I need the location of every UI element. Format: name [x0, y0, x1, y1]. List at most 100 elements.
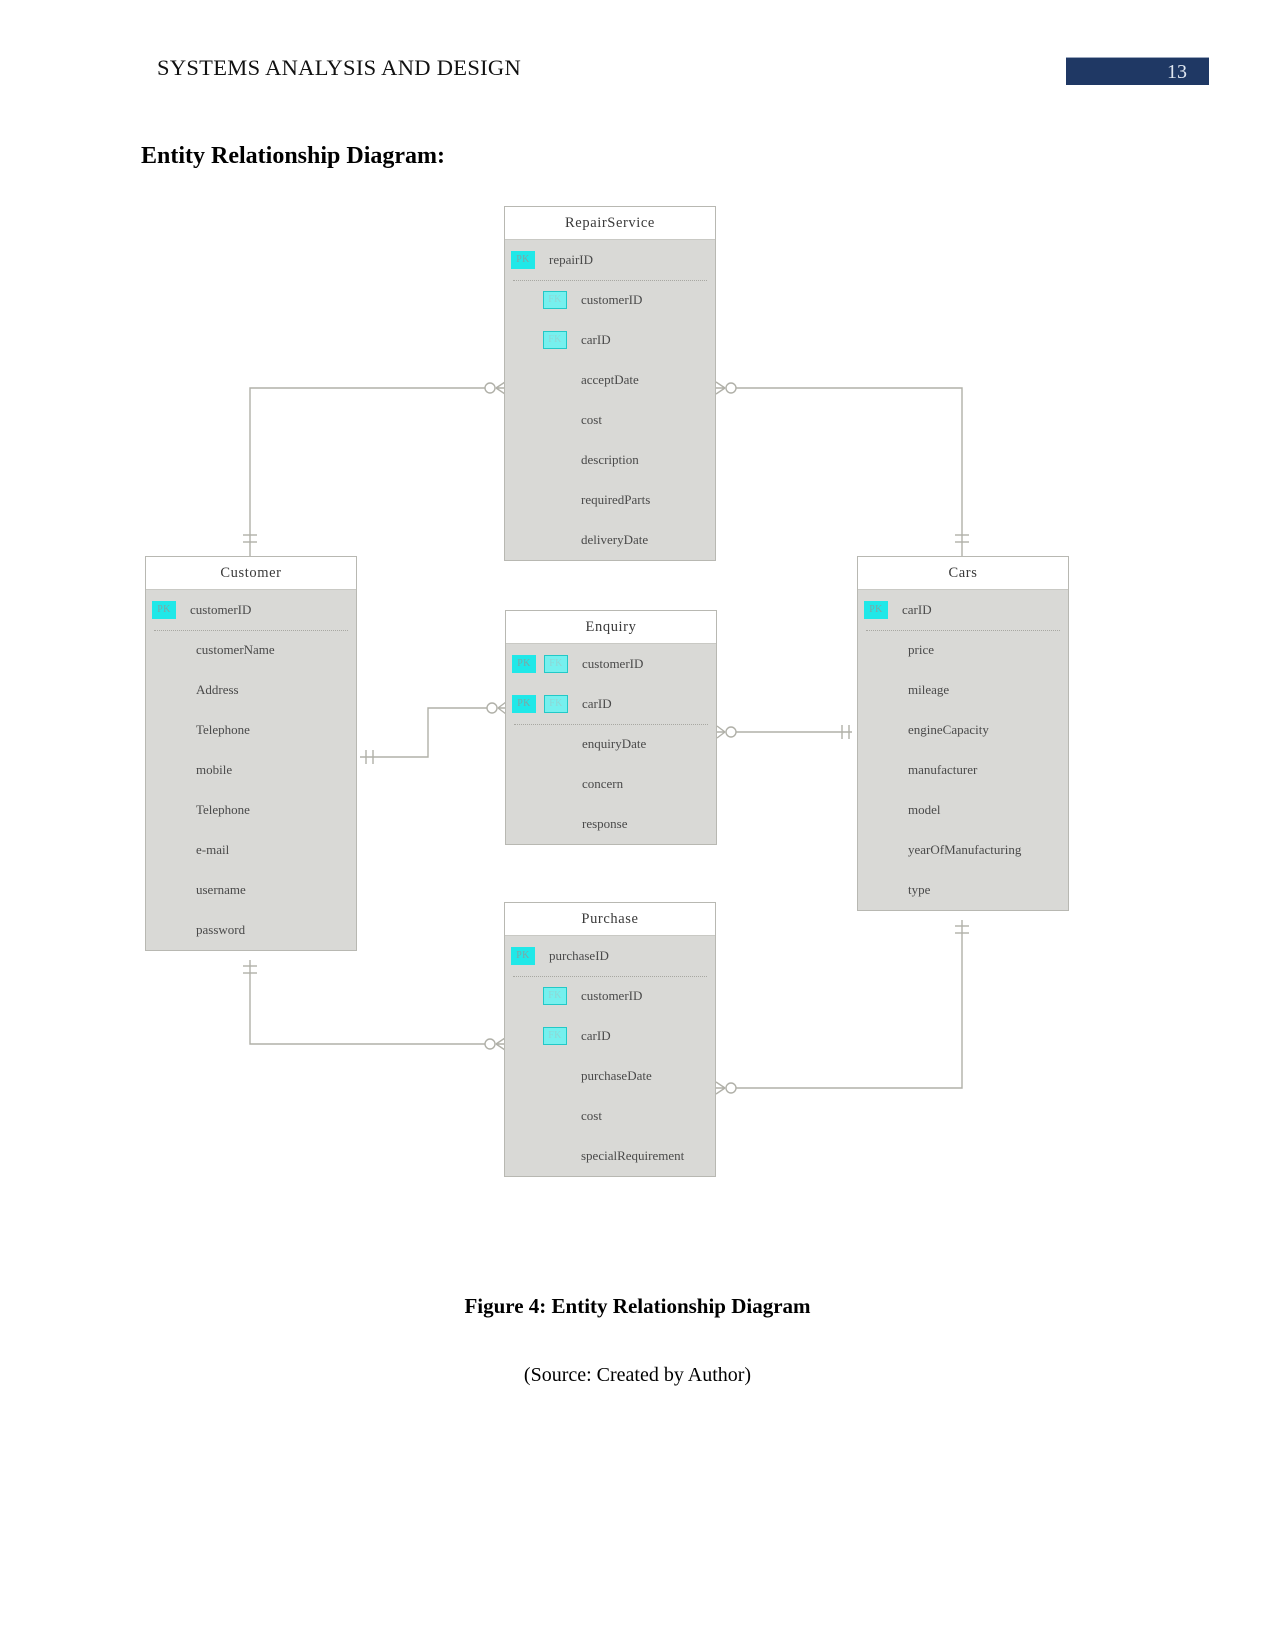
entity-title: Cars: [948, 564, 978, 581]
attribute-row[interactable]: requiredParts: [505, 480, 715, 520]
connector-customer-purchase: [249, 960, 488, 1045]
attribute-label: deliveryDate: [581, 532, 649, 547]
attribute-row[interactable]: PK carID: [858, 590, 1068, 631]
attribute-row[interactable]: deliveryDate: [505, 520, 715, 560]
attribute-row[interactable]: specialRequirement: [505, 1136, 715, 1176]
pk-slot: PK: [511, 947, 537, 965]
fk-slot: [543, 1067, 569, 1085]
attribute-label: purchaseID: [549, 948, 609, 963]
attribute-label: specialRequirement: [581, 1148, 685, 1163]
entity-header-repair-service: RepairService: [505, 207, 715, 240]
attribute-row[interactable]: enquiryDate: [506, 724, 716, 764]
attribute-row[interactable]: response: [506, 804, 716, 844]
pk-slot: [864, 641, 890, 659]
attribute-label: customerID: [582, 656, 644, 671]
fk-slot: [543, 531, 569, 549]
attribute-row[interactable]: description: [505, 440, 715, 480]
pk-slot: PK: [864, 601, 890, 619]
attribute-label: carID: [902, 602, 932, 617]
attribute-row[interactable]: FK customerID: [505, 280, 715, 320]
fk-slot: [543, 451, 569, 469]
attribute-label: Telephone: [196, 802, 250, 817]
fk-slot: FK: [544, 695, 570, 713]
attribute-label: username: [196, 882, 246, 897]
attribute-row[interactable]: purchaseDate: [505, 1056, 715, 1096]
attribute-row[interactable]: manufacturer: [858, 750, 1068, 790]
attribute-label: concern: [582, 776, 624, 791]
fk-slot: FK: [543, 987, 569, 1005]
attribute-row[interactable]: Address: [146, 670, 356, 710]
pk-badge-icon: PK: [512, 655, 536, 673]
connector-cars-purchase: [733, 920, 963, 1089]
pk-slot: [152, 841, 178, 859]
attribute-row[interactable]: FK carID: [505, 1016, 715, 1056]
attribute-row[interactable]: PK FK carID: [506, 684, 716, 725]
attribute-row[interactable]: Telephone: [146, 790, 356, 830]
attribute-row[interactable]: acceptDate: [505, 360, 715, 400]
attribute-row[interactable]: PK repairID: [505, 240, 715, 281]
fk-badge-icon: FK: [543, 1027, 567, 1045]
pk-slot: [511, 451, 537, 469]
attribute-row[interactable]: engineCapacity: [858, 710, 1068, 750]
pk-slot: [511, 491, 537, 509]
entity-cars[interactable]: Cars PK carID price mileage engineCapaci…: [857, 556, 1069, 911]
connector-customer-enquiry: [360, 707, 490, 758]
attribute-label: type: [908, 882, 931, 897]
entity-body-customer: PK customerID customerName Address Telep…: [146, 590, 356, 950]
pk-slot: [512, 815, 538, 833]
pk-badge-icon: PK: [512, 695, 536, 713]
entity-purchase[interactable]: Purchase PK purchaseID FK customerID FK …: [504, 902, 716, 1177]
attribute-label: e-mail: [196, 842, 230, 857]
attribute-row[interactable]: yearOfManufacturing: [858, 830, 1068, 870]
pk-slot: [512, 735, 538, 753]
attribute-row[interactable]: price: [858, 630, 1068, 670]
attribute-row[interactable]: FK carID: [505, 320, 715, 360]
attribute-label: password: [196, 922, 246, 937]
attribute-row[interactable]: model: [858, 790, 1068, 830]
fk-slot: FK: [544, 655, 570, 673]
pk-slot: [152, 921, 178, 939]
attribute-label: customerID: [190, 602, 252, 617]
attribute-label: repairID: [549, 252, 594, 267]
attribute-row[interactable]: FK customerID: [505, 976, 715, 1016]
attribute-label: enquiryDate: [582, 736, 647, 751]
pk-slot: [511, 1107, 537, 1125]
attribute-row[interactable]: e-mail: [146, 830, 356, 870]
pk-badge-icon: PK: [864, 601, 888, 619]
connector-cars-repairservice: [733, 387, 963, 560]
attribute-label: carID: [581, 1028, 611, 1043]
pk-slot: PK: [512, 655, 538, 673]
attribute-row[interactable]: customerName: [146, 630, 356, 670]
entity-title: RepairService: [565, 214, 655, 231]
entity-repair-service[interactable]: RepairService PK repairID FK customerID …: [504, 206, 716, 561]
fk-slot: [543, 1147, 569, 1165]
attribute-row[interactable]: type: [858, 870, 1068, 910]
fk-slot: [543, 411, 569, 429]
pk-badge-icon: PK: [511, 947, 535, 965]
attribute-label: description: [581, 452, 639, 467]
er-diagram: RepairService PK repairID FK customerID …: [0, 0, 1275, 1651]
fk-slot: [544, 815, 570, 833]
entity-customer[interactable]: Customer PK customerID customerName Addr…: [145, 556, 357, 951]
attribute-row[interactable]: PK FK customerID: [506, 644, 716, 684]
attribute-row[interactable]: Telephone: [146, 710, 356, 750]
attribute-row[interactable]: mileage: [858, 670, 1068, 710]
attribute-row[interactable]: cost: [505, 1096, 715, 1136]
attribute-row[interactable]: concern: [506, 764, 716, 804]
attribute-row[interactable]: mobile: [146, 750, 356, 790]
attribute-row[interactable]: password: [146, 910, 356, 950]
attribute-row[interactable]: cost: [505, 400, 715, 440]
attribute-row[interactable]: username: [146, 870, 356, 910]
source-caption: (Source: Created by Author): [523, 1364, 752, 1386]
pk-slot: [511, 411, 537, 429]
attribute-row[interactable]: PK purchaseID: [505, 936, 715, 977]
attribute-row[interactable]: PK customerID: [146, 590, 356, 631]
attribute-label: engineCapacity: [908, 722, 989, 737]
entity-enquiry[interactable]: Enquiry PK FK customerID PK FK carID enq…: [505, 610, 717, 845]
pk-slot: [511, 371, 537, 389]
entity-body-enquiry: PK FK customerID PK FK carID enquiryDate…: [506, 644, 716, 844]
pk-slot: [864, 681, 890, 699]
fk-slot: FK: [543, 291, 569, 309]
pk-slot: PK: [512, 695, 538, 713]
attribute-label: Telephone: [196, 722, 250, 737]
